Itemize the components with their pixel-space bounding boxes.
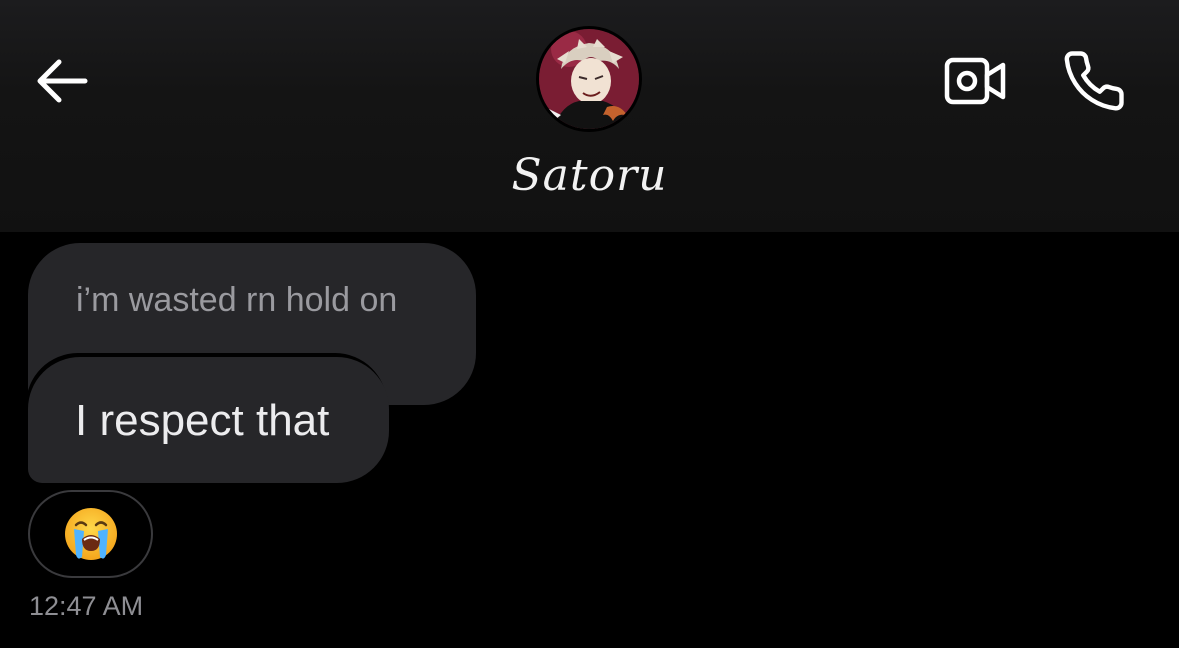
reaction-badge[interactable] [28,490,153,578]
arrow-left-icon [37,59,88,103]
contact-name[interactable]: Satoru [0,150,1179,201]
video-camera-icon [944,57,1006,105]
phone-icon [1064,51,1124,111]
crying-face-icon [64,508,117,560]
video-call-button[interactable] [938,46,1012,116]
message-bubble[interactable]: I respect that [28,357,389,483]
avatar[interactable] [539,29,639,129]
message-text: I respect that [75,396,330,445]
back-button[interactable] [28,48,94,114]
message-text: i’m wasted rn hold on [76,281,398,319]
chat-header: Satoru [0,0,1179,232]
voice-call-button[interactable] [1056,44,1132,118]
message-timestamp: 12:47 AM [29,591,144,621]
avatar-image [539,29,639,129]
